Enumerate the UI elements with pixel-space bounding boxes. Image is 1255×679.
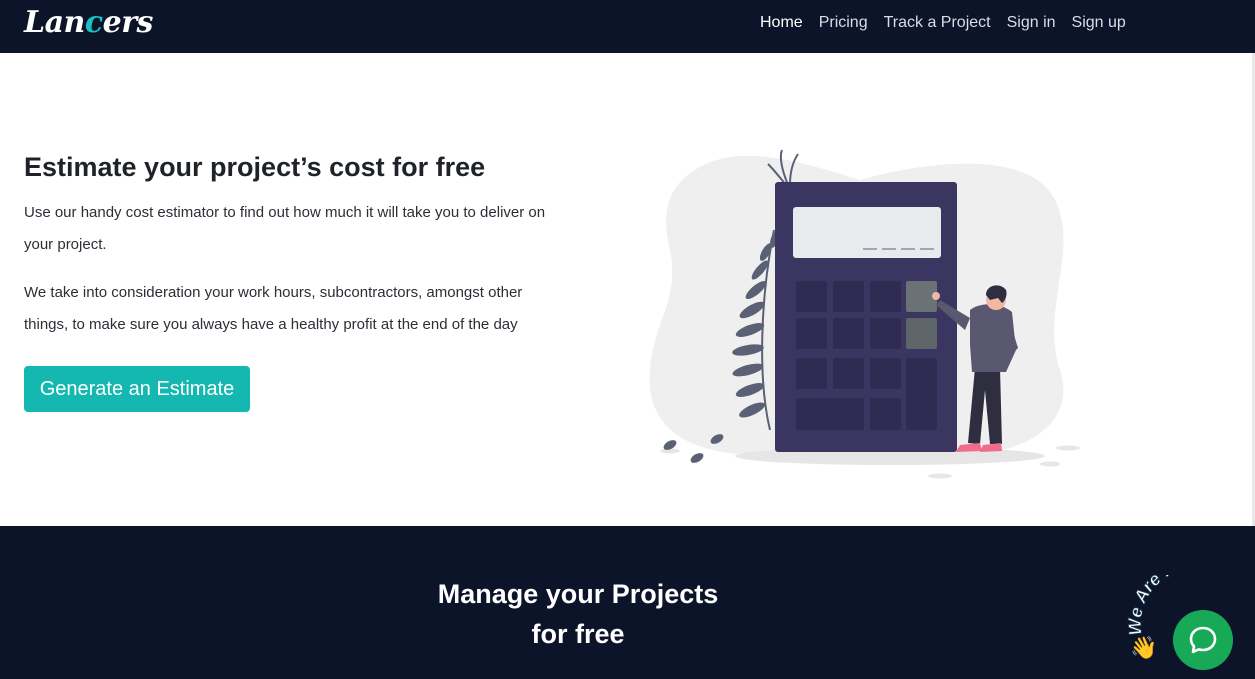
calculator-screen — [793, 207, 941, 258]
hero-description: Use our handy cost estimator to find out… — [24, 204, 546, 253]
ground-dot — [928, 473, 952, 479]
nav-sign-in[interactable]: Sign in — [1007, 14, 1056, 32]
live-chat-button[interactable] — [1173, 610, 1233, 670]
nav-pricing[interactable]: Pricing — [819, 14, 868, 32]
ground-dot — [1056, 445, 1080, 451]
manage-projects-title: Manage your Projects for free — [437, 579, 719, 649]
nav-track-project[interactable]: Track a Project — [884, 14, 991, 32]
calculator-illustration — [649, 149, 1080, 479]
chat-bubble-icon — [1189, 626, 1217, 654]
ground-dot — [1040, 461, 1060, 467]
lancers-logo[interactable]: Lancers — [24, 5, 153, 40]
nav-sign-up[interactable]: Sign up — [1072, 14, 1126, 32]
top-navbar: Lancers Home Pricing Track a Project Sig… — [0, 0, 1255, 53]
waving-hand-icon: 👋 — [1130, 635, 1157, 661]
generate-estimate-button[interactable]: Generate an Estimate — [24, 366, 250, 412]
hero-title: Estimate your project’s cost for free — [24, 152, 486, 182]
calculator-key-highlighted — [906, 318, 937, 349]
hero-details: We take into consideration your work hou… — [24, 284, 523, 333]
nav-home[interactable]: Home — [760, 14, 803, 32]
nav-links: Home Pricing Track a Project Sign in Sig… — [760, 14, 1142, 32]
